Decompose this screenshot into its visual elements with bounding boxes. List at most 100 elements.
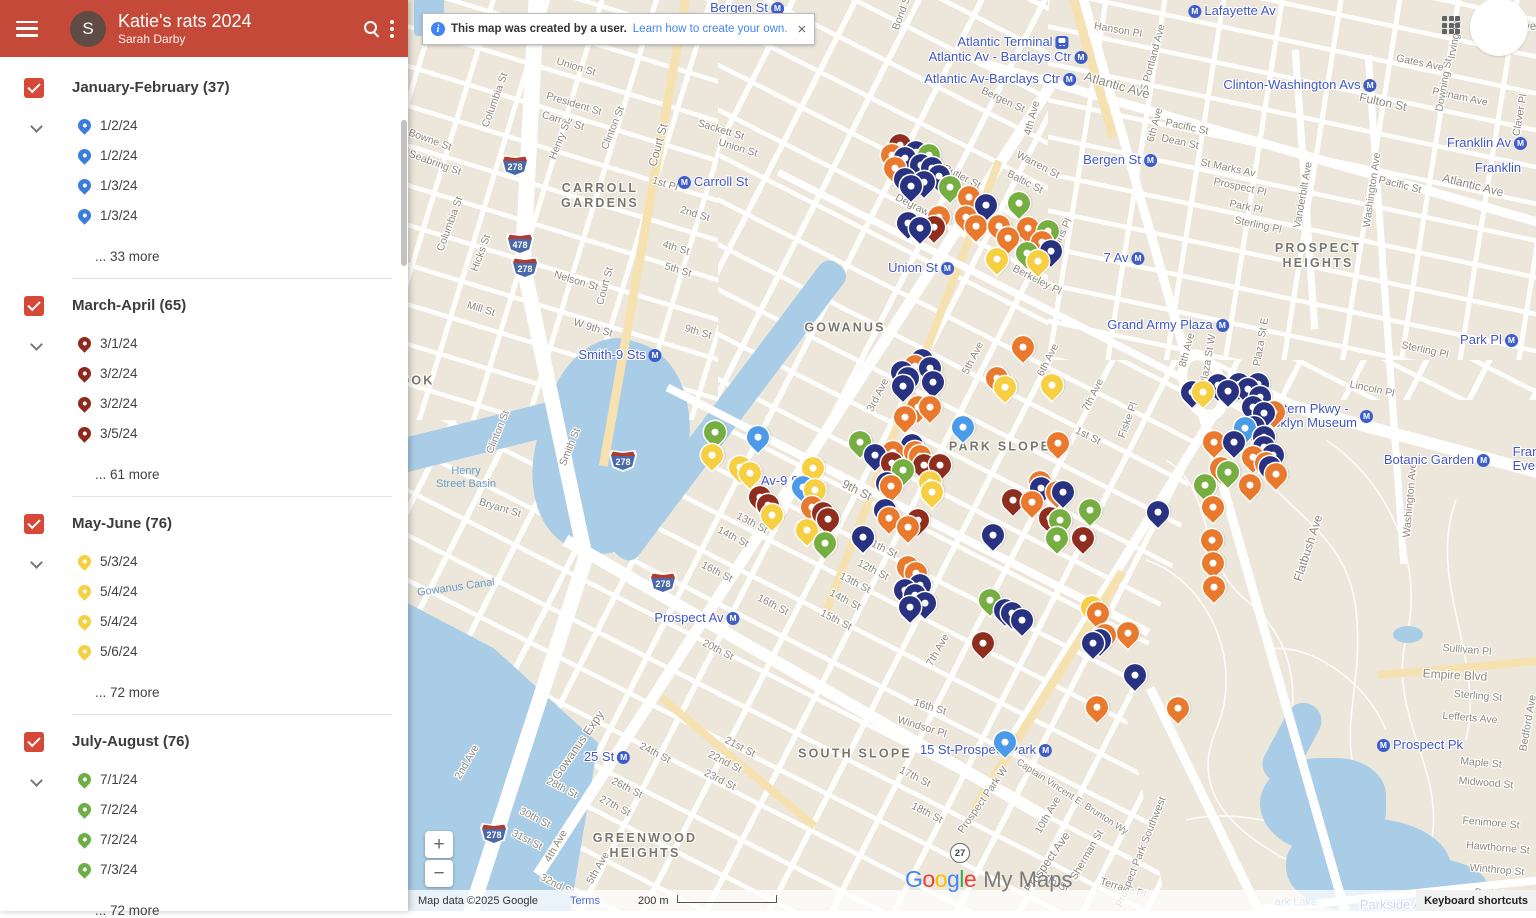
layer-item-pin-icon — [75, 800, 94, 819]
scale-label: 200 m — [637, 894, 669, 907]
avatar: S — [70, 10, 106, 47]
metro-icon: M — [1062, 72, 1076, 86]
layer-collapse-icon[interactable] — [32, 122, 41, 131]
layer-item-date: 1/3/24 — [100, 208, 138, 223]
account-circle[interactable] — [1470, 0, 1528, 56]
layer-item-pin-icon — [75, 206, 94, 225]
transit-station-label: Atlantic Av-Barclays Ctr M — [924, 72, 1076, 86]
layer-item-date: 7/2/24 — [100, 832, 138, 847]
metro-icon: M — [1143, 153, 1157, 167]
search-button[interactable] — [354, 11, 390, 47]
layer-item[interactable]: 1/2/24 — [75, 146, 138, 165]
layer-collapse-icon[interactable] — [32, 558, 41, 567]
layer-checkbox[interactable] — [24, 514, 44, 534]
layer-item-date: 5/4/24 — [100, 584, 138, 599]
sidebar-scrollbar[interactable] — [401, 120, 407, 266]
map-attribution-bar: Map data ©2025 Google Terms 200 m — [408, 890, 1536, 911]
neighborhood-label: OOK — [408, 373, 435, 388]
layer-item-date: 3/1/24 — [100, 336, 138, 351]
layer-item[interactable]: 7/3/24 — [75, 860, 138, 879]
layer-item-pin-icon — [75, 424, 94, 443]
layer-item[interactable]: 7/2/24 — [75, 830, 138, 849]
transit-station-label: Atlantic Av - Barclays Ctr M — [929, 50, 1088, 64]
station-name: Atlantic Av - Barclays Ctr — [928, 49, 1072, 64]
layer-item[interactable]: 3/1/24 — [75, 334, 138, 353]
layer-collapse-icon[interactable] — [32, 340, 41, 349]
page-title: Katie's rats 2024 — [118, 11, 252, 31]
station-name: Bergen St — [1083, 152, 1141, 167]
layer-item-date: 7/2/24 — [100, 802, 138, 817]
metro-icon: M — [1188, 4, 1202, 18]
neighborhood-label: PARK SLOPE — [948, 439, 1052, 454]
transit-station-label: 25 St M — [584, 750, 631, 764]
banner-close-icon[interactable]: × — [797, 21, 806, 38]
layer-item-pin-icon — [75, 642, 94, 661]
layer-more-link[interactable]: ... 33 more — [95, 249, 160, 264]
route-shield: 27 — [950, 843, 970, 863]
transit-station-label: M Carroll St — [677, 175, 748, 189]
more-options-icon[interactable] — [390, 19, 394, 38]
banner-text: This map was created by a user. — [451, 23, 627, 35]
transit-station-label: Franklin Av M — [1447, 136, 1528, 150]
metro-icon: M — [1039, 743, 1053, 757]
layer-title[interactable]: July-August (76) — [72, 733, 190, 750]
layer-collapse-icon[interactable] — [32, 776, 41, 785]
metro-icon: M — [1504, 333, 1518, 347]
hamburger-menu-icon[interactable] — [16, 20, 38, 37]
layer-item[interactable]: 7/2/24 — [75, 800, 138, 819]
layer-item-pin-icon — [75, 334, 94, 353]
layer-item[interactable]: 5/3/24 — [75, 552, 138, 571]
layer-title[interactable]: March-April (65) — [72, 297, 186, 314]
station-name: Franklin — [1474, 160, 1522, 175]
layer-item[interactable]: 1/3/24 — [75, 206, 138, 225]
layer-item[interactable]: 1/2/24 — [75, 116, 138, 135]
layer-item[interactable]: 7/1/24 — [75, 770, 138, 789]
layer-item[interactable]: 5/4/24 — [75, 612, 138, 631]
layer-checkbox[interactable] — [24, 296, 44, 316]
google-my-maps-watermark: Google My Maps — [905, 866, 1072, 893]
metro-icon: M — [1376, 738, 1390, 752]
metro-icon: M — [1363, 78, 1377, 92]
apps-grid-icon[interactable] — [1442, 16, 1462, 36]
park-pond — [1393, 626, 1423, 643]
layer-item-date: 5/4/24 — [100, 614, 138, 629]
neighborhood-label: CARROLL GARDENS — [561, 181, 639, 210]
zoom-in-button[interactable]: + — [425, 831, 453, 858]
metro-icon: M — [1215, 318, 1229, 332]
layer-more-link[interactable]: ... 72 more — [95, 685, 160, 700]
layer-item[interactable]: 1/3/24 — [75, 176, 138, 195]
layer-title[interactable]: January-February (37) — [72, 79, 230, 96]
transit-station-label: Prospect Av M — [654, 611, 740, 625]
layer-item[interactable]: 5/6/24 — [75, 642, 138, 661]
layer-item-date: 1/2/24 — [100, 148, 138, 163]
terms-link[interactable]: Terms — [570, 895, 600, 907]
station-name: Prospect Pk — [1392, 737, 1464, 752]
metro-icon: M — [940, 261, 954, 275]
map-canvas[interactable]: CARROLL GARDENS GOWANUS PARK SLOPE PROSPECT H… — [408, 0, 1536, 911]
transit-station-label: Grand Army Plaza M — [1107, 318, 1229, 332]
transit-station-label: Botanic Garden M — [1384, 453, 1491, 467]
station-name: Atlantic Terminal — [957, 34, 1053, 49]
map-data-credit: Map data ©2025 Google — [418, 894, 539, 907]
layer-item[interactable]: 5/4/24 — [75, 582, 138, 601]
train-icon — [1055, 35, 1069, 49]
transit-station-label: M Prospect Pk — [1376, 737, 1464, 752]
layer-more-link[interactable]: ... 61 more — [95, 467, 160, 482]
station-name: FranEver — [1512, 444, 1536, 473]
layer-title[interactable]: May-June (76) — [72, 515, 172, 532]
banner-learn-link[interactable]: Learn how to create your own. — [633, 23, 788, 35]
layer-divider — [72, 278, 392, 279]
layer-checkbox[interactable] — [24, 732, 44, 752]
transit-station-label: Clinton-Washington Avs M — [1223, 78, 1377, 92]
keyboard-shortcuts-button[interactable]: Keyboard shortcuts — [1416, 890, 1536, 911]
transit-station-label: 15 St-Prospect Park M — [920, 743, 1053, 757]
metro-icon: M — [677, 175, 691, 189]
layer-item-pin-icon — [75, 176, 94, 195]
my-maps-label: My Maps — [983, 867, 1073, 892]
zoom-out-button[interactable]: − — [425, 860, 453, 887]
layer-item[interactable]: 3/2/24 — [75, 364, 138, 383]
layer-checkbox[interactable] — [24, 78, 44, 98]
layer-item[interactable]: 3/5/24 — [75, 424, 138, 443]
water-label: Henry Street Basin — [436, 465, 496, 490]
layer-item[interactable]: 3/2/24 — [75, 394, 138, 413]
